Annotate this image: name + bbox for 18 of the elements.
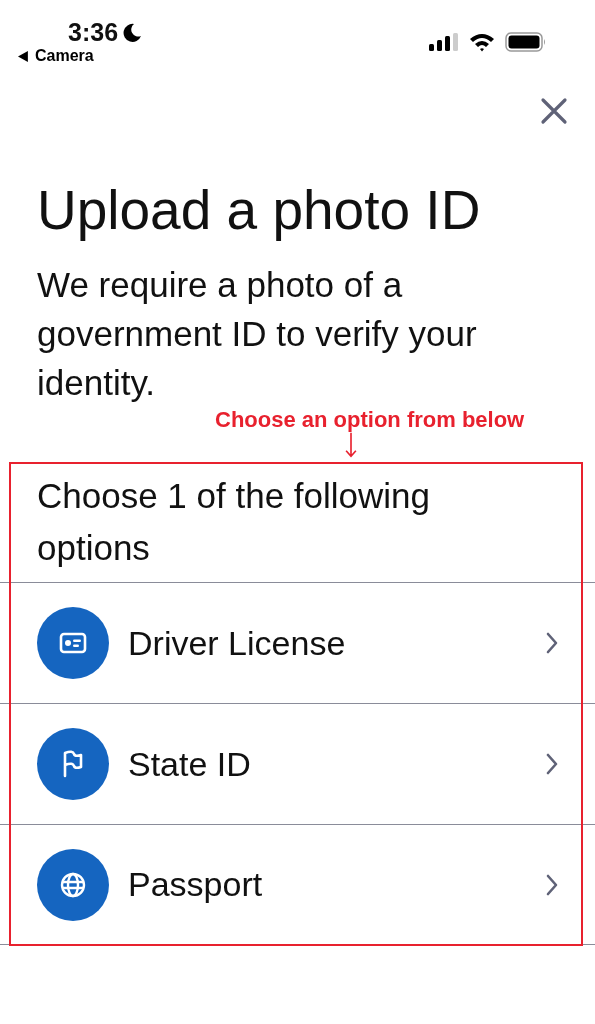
back-arrow-icon: [18, 50, 29, 62]
wifi-icon: [469, 32, 495, 52]
chevron-icon: [545, 752, 559, 776]
options-heading: Choose 1 of the following options: [37, 475, 432, 569]
annotation-text: Choose an option from below: [215, 407, 525, 432]
annotation-arrow: [343, 432, 359, 458]
page-title: Upload a photo ID: [37, 178, 482, 242]
chevron-icon: [545, 631, 559, 655]
option-row[interactable]: Driver License: [0, 582, 595, 703]
option-row[interactable]: State ID: [0, 703, 595, 824]
back-link[interactable]: Camera: [18, 47, 143, 65]
description-text: We require a photo of a government ID to verify your identity.: [37, 264, 478, 404]
option-row[interactable]: Passport: [0, 824, 595, 945]
close-button[interactable]: [539, 96, 569, 126]
signal-icon: [429, 33, 459, 51]
chevron-icon: [545, 872, 559, 897]
status-time: 3:36: [68, 18, 119, 47]
battery-icon: [505, 32, 547, 52]
